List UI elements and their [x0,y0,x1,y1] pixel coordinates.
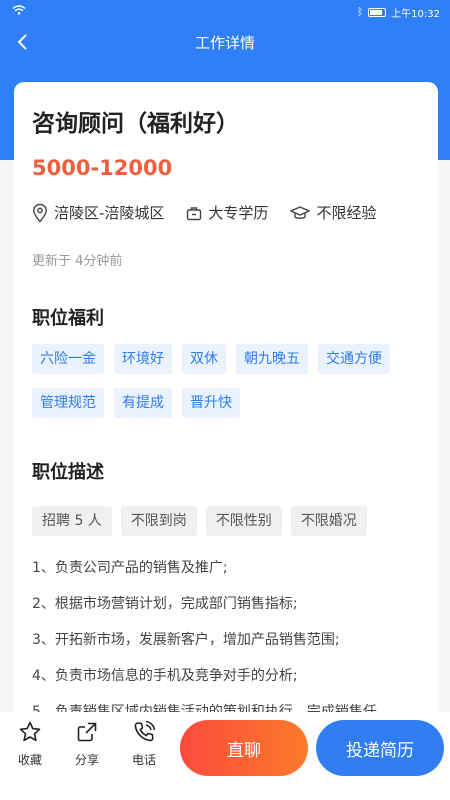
experience-info: 不限经验 [290,202,376,223]
bottom-action-bar: 收藏 分享 电话 直聊 投递简历 [0,712,450,800]
star-icon [19,721,41,742]
benefits-title: 职位福利 [32,308,104,329]
phone-icon [134,720,156,742]
graduation-cap-icon [290,205,311,219]
phone-button[interactable]: 电话 [124,720,164,768]
benefit-tag: 晋升快 [182,388,240,418]
benefit-tag: 管理规范 [32,388,104,418]
direct-chat-button[interactable]: 直聊 [180,720,308,776]
status-bar: ᛒ 上午10:32 [0,0,450,22]
requirement-tag: 不限性别 [205,506,282,536]
status-time: 上午10:32 [391,9,440,20]
location-info: 涪陵区-涪陵城区 [32,202,164,223]
location-pin-icon [33,203,47,223]
education-info: 大专学历 [186,202,268,223]
duties-list: 1、负责公司产品的销售及推广; 2、根据市场营销计划，完成部门销售指标; 3、开… [32,558,428,722]
job-title: 咨询顾问（福利好） [32,111,239,137]
requirement-tag: 不限婚况 [290,506,367,536]
updated-time: 更新于 4分钟前 [32,254,123,269]
wifi-icon [12,5,26,18]
benefit-tag: 交通方便 [318,344,390,374]
benefit-tag: 环境好 [114,344,172,374]
benefit-tag: 六险一金 [32,344,104,374]
benefits-list: 六险一金 环境好 双休 朝九晚五 交通方便 管理规范 有提成 晋升快 [32,344,422,418]
battery-icon [368,8,387,17]
bluetooth-icon: ᛒ [357,7,364,18]
job-meta: 涪陵区-涪陵城区 大专学历 不限经验 [32,202,398,223]
education-label: 大专学历 [208,204,269,222]
duty-item: 4、负责市场信息的手机及竞争对手的分析; [32,668,298,684]
requirement-tag: 招聘 5 人 [32,506,112,536]
description-tags: 招聘 5 人 不限到岗 不限性别 不限婚况 [32,506,367,536]
benefit-tag: 双休 [182,344,226,374]
favorite-button[interactable]: 收藏 [10,720,50,768]
benefit-tag: 有提成 [114,388,172,418]
requirement-tag: 不限到岗 [120,506,197,536]
page-title: 工作详情 [194,34,255,52]
job-salary: 5000-12000 [32,156,173,180]
benefit-tag: 朝九晚五 [236,344,308,374]
apply-resume-button[interactable]: 投递简历 [316,720,444,776]
share-label: 分享 [74,753,99,767]
description-title: 职位描述 [32,462,104,483]
duty-item: 2、根据市场营销计划，完成部门销售指标; [32,596,298,612]
location-label: 涪陵区-涪陵城区 [54,204,165,222]
duty-item: 3、开拓新市场，发展新客户，增加产品销售范围; [32,632,340,648]
briefcase-icon [187,206,202,220]
share-icon [77,722,97,742]
nav-bar: 工作详情 [0,22,450,62]
share-button[interactable]: 分享 [67,720,107,768]
job-detail-card: 咨询顾问（福利好） 5000-12000 涪陵区-涪陵城区 大专学历 不限经验 … [14,82,438,722]
phone-label: 电话 [131,753,156,767]
favorite-label: 收藏 [17,753,42,767]
duty-item: 1、负责公司产品的销售及推广; [32,560,228,576]
experience-label: 不限经验 [316,204,377,222]
